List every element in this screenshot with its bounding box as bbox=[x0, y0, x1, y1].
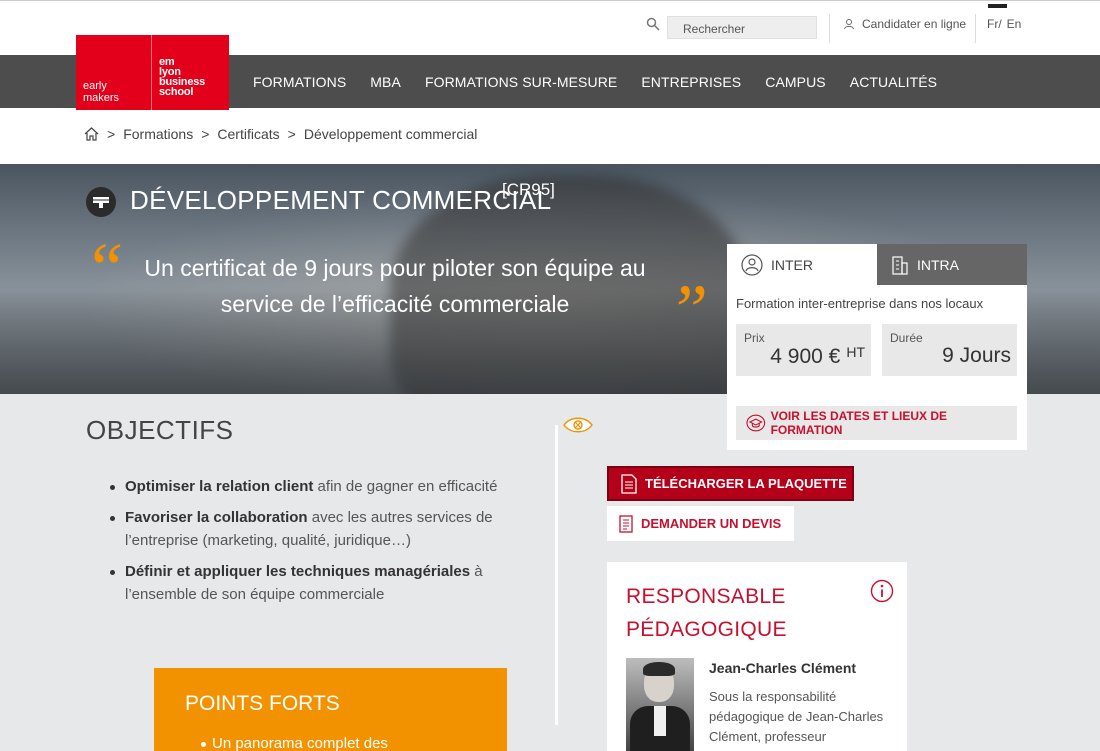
objectifs-heading: OBJECTIFS bbox=[86, 415, 234, 445]
logo-divider bbox=[151, 35, 152, 110]
responsable-description: Sous la responsabilité pédagogique de Je… bbox=[709, 689, 884, 744]
logo-text: early bbox=[83, 80, 107, 92]
breadcrumb-current: Développement commercial bbox=[303, 126, 478, 142]
breadcrumb-certificats[interactable]: Certificats bbox=[217, 126, 279, 142]
tab-inter[interactable]: INTER bbox=[727, 244, 877, 285]
breadcrumb-formations[interactable]: Formations bbox=[123, 126, 193, 142]
graduation-cap-icon bbox=[746, 414, 766, 432]
tab-intra[interactable]: INTRA bbox=[877, 244, 1027, 285]
lang-en[interactable]: En bbox=[1007, 17, 1022, 31]
responsable-photo bbox=[626, 658, 694, 751]
logo-early-makers: early makers bbox=[83, 80, 119, 104]
download-brochure-label: TÉLÉCHARGER LA PLAQUETTE bbox=[645, 476, 847, 491]
formation-description: Formation inter-entreprise dans nos loca… bbox=[736, 296, 984, 311]
vertical-divider bbox=[555, 425, 558, 725]
info-icon[interactable] bbox=[870, 579, 894, 603]
photo-hair bbox=[643, 662, 675, 676]
logo-text: makers bbox=[83, 92, 120, 104]
points-forts-heading: POINTS FORTS bbox=[185, 692, 340, 715]
document-icon bbox=[621, 473, 637, 494]
logo-text: school bbox=[159, 86, 194, 98]
active-marker bbox=[988, 4, 1007, 8]
person-circle-icon bbox=[741, 253, 763, 276]
objectifs-list: Optimiser la relation client afin de gag… bbox=[110, 475, 520, 614]
divider bbox=[829, 14, 830, 43]
building-icon bbox=[892, 255, 908, 275]
page-title: DÉVELOPPEMENT COMMERCIAL bbox=[130, 185, 552, 215]
objective-bold: Favoriser la collaboration bbox=[125, 509, 308, 526]
eye-icon bbox=[563, 417, 593, 433]
candidater-link[interactable]: Candidater en ligne bbox=[843, 17, 966, 31]
price-label: Prix bbox=[744, 331, 765, 345]
lang-fr[interactable]: Fr/ bbox=[987, 17, 1002, 31]
nav-mba[interactable]: MBA bbox=[370, 74, 401, 90]
quote-open-mark: “ bbox=[84, 228, 125, 308]
user-icon bbox=[844, 19, 854, 30]
search-input[interactable]: Rechercher bbox=[667, 16, 817, 39]
download-brochure-button[interactable]: TÉLÉCHARGER LA PLAQUETTE bbox=[607, 466, 854, 501]
objective-text: afin de gagner en efficacité bbox=[313, 478, 498, 495]
list-item: Favoriser la collaboration avec les autr… bbox=[110, 506, 520, 552]
price-box: Prix 4 900 € HT bbox=[736, 324, 871, 376]
home-icon[interactable] bbox=[84, 127, 99, 141]
price-suffix: HT bbox=[846, 344, 865, 360]
pricing-card: INTER INTRA Formation inter-entreprise d… bbox=[727, 244, 1027, 450]
breadcrumb-separator: > bbox=[287, 126, 296, 142]
breadcrumb-separator: > bbox=[201, 126, 210, 142]
logo-emlyon: em lyon business school bbox=[159, 57, 205, 98]
list-item: Définir et appliquer les techniques mana… bbox=[110, 560, 520, 606]
responsable-card: RESPONSABLE PÉDAGOGIQUE Jean-Charles Clé… bbox=[607, 562, 907, 751]
quote-close-mark: ” bbox=[668, 270, 709, 350]
main-nav: FORMATIONS MBA FORMATIONS SUR-MESURE ENT… bbox=[253, 74, 961, 90]
objective-bold: Définir et appliquer les techniques mana… bbox=[125, 563, 471, 580]
tab-inter-label: INTER bbox=[771, 256, 813, 273]
breadcrumb: > Formations > Certificats > Développeme… bbox=[84, 126, 477, 142]
points-forts-box: POINTS FORTS Un panorama complet des bbox=[154, 668, 507, 751]
logo[interactable]: early makers em lyon business school bbox=[76, 35, 229, 110]
divider bbox=[975, 14, 976, 43]
duration-value: 9 Jours bbox=[942, 344, 1011, 367]
list-item: Un panorama complet des bbox=[201, 735, 388, 751]
course-code: [CR95] bbox=[502, 180, 555, 199]
language-switch: Fr/En bbox=[987, 17, 1026, 31]
breadcrumb-separator: > bbox=[107, 126, 116, 142]
view-dates-label: VOIR LES DATES ET LIEUX DE FORMATION bbox=[770, 409, 948, 437]
nav-entreprises[interactable]: ENTREPRISES bbox=[641, 74, 741, 90]
nav-formations[interactable]: FORMATIONS bbox=[253, 74, 346, 90]
photo-shirt bbox=[654, 706, 666, 736]
tab-intra-label: INTRA bbox=[917, 256, 959, 273]
nav-formations-sur-mesure[interactable]: FORMATIONS SUR-MESURE bbox=[425, 74, 617, 90]
nav-actualites[interactable]: ACTUALITÉS bbox=[850, 74, 937, 90]
responsable-heading: RESPONSABLE PÉDAGOGIQUE bbox=[626, 585, 787, 641]
certificate-icon bbox=[86, 187, 116, 217]
duration-box: Durée 9 Jours bbox=[882, 324, 1017, 376]
candidater-label: Candidater en ligne bbox=[862, 17, 967, 31]
price-value: 4 900 € bbox=[770, 345, 841, 368]
search-icon[interactable] bbox=[646, 17, 660, 31]
request-quote-button[interactable]: DEMANDER UN DEVIS bbox=[607, 506, 794, 541]
objective-bold: Optimiser la relation client bbox=[125, 478, 314, 495]
hero-quote: Un certificat de 9 jours pour piloter so… bbox=[144, 255, 646, 317]
nav-campus[interactable]: CAMPUS bbox=[765, 74, 826, 90]
price-value-wrap: 4 900 € HT bbox=[770, 344, 865, 369]
quote-document-icon bbox=[619, 514, 633, 533]
responsable-name: Jean-Charles Clément bbox=[709, 660, 857, 676]
pricing-tabs: INTER INTRA bbox=[727, 244, 1027, 285]
view-dates-button[interactable]: VOIR LES DATES ET LIEUX DE FORMATION bbox=[736, 406, 1017, 440]
list-item: Optimiser la relation client afin de gag… bbox=[110, 475, 520, 498]
duration-label: Durée bbox=[890, 331, 923, 345]
request-quote-label: DEMANDER UN DEVIS bbox=[641, 516, 782, 531]
